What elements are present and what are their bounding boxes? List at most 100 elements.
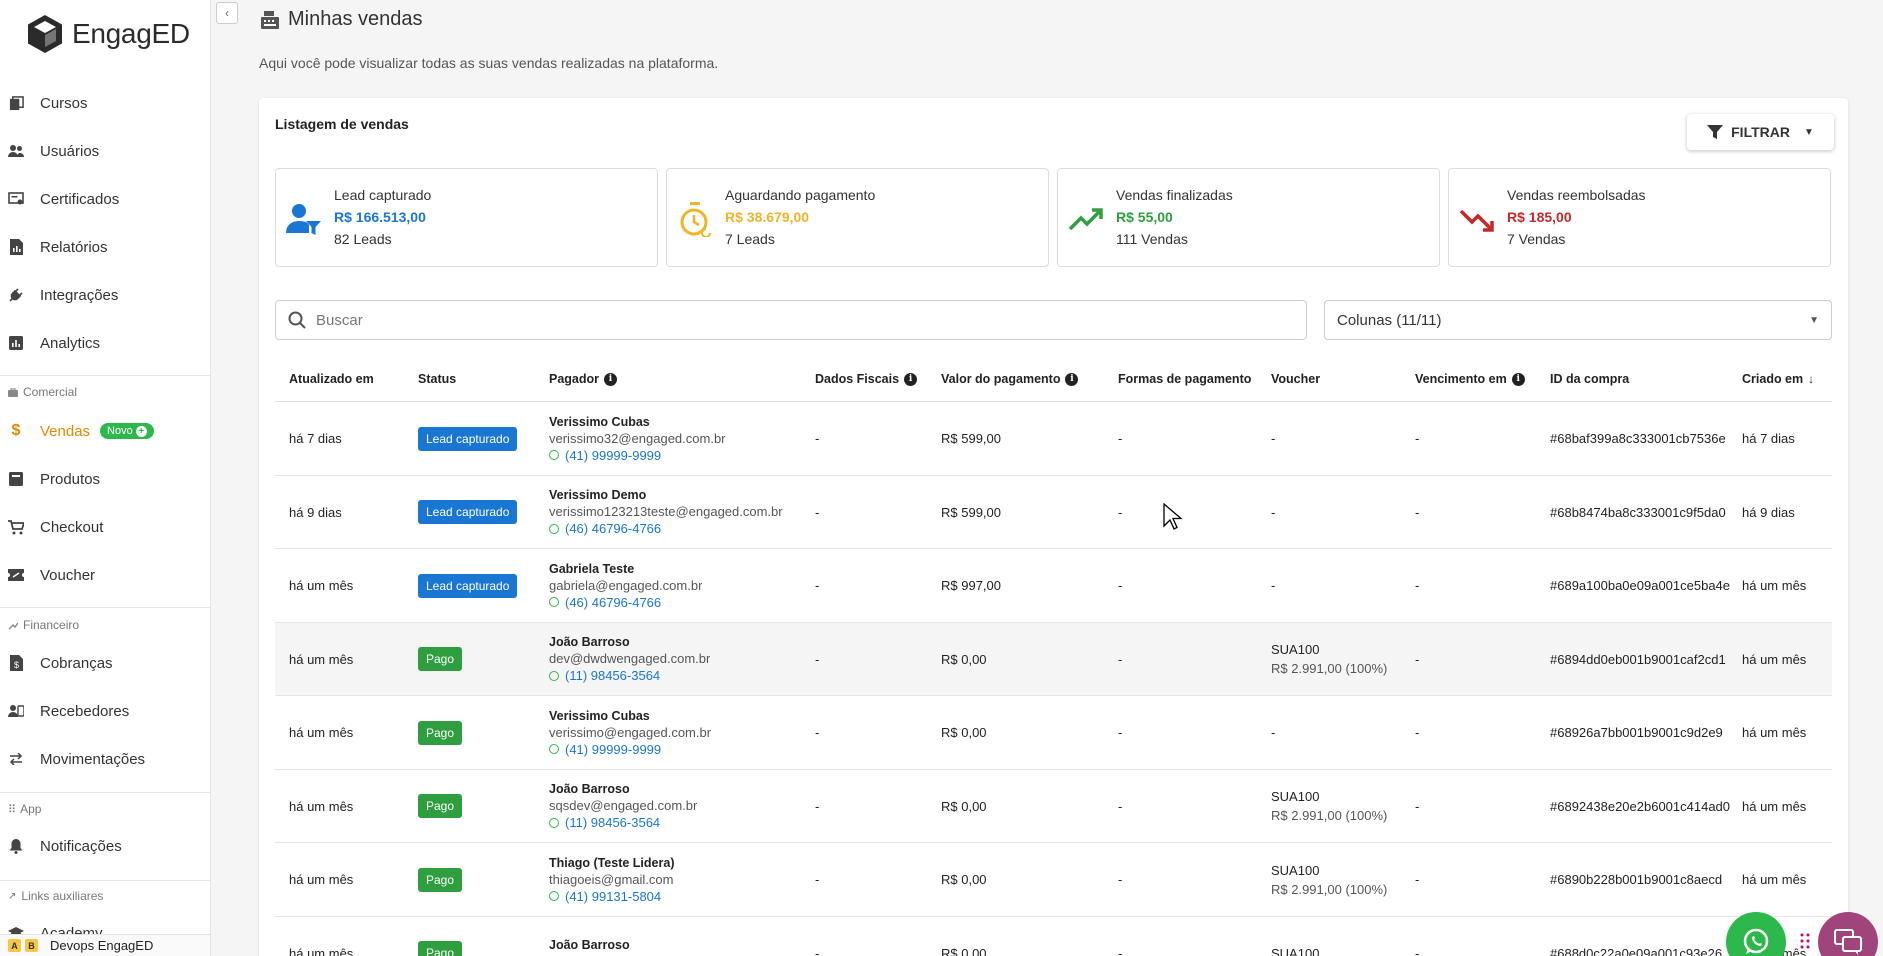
payer-name: Gabriela Teste xyxy=(549,561,635,576)
col-payment-value[interactable]: Valor do pagamento i xyxy=(941,356,1079,402)
info-icon[interactable]: i xyxy=(1511,372,1525,386)
payer-phone[interactable]: (46) 46796-4766 xyxy=(549,595,661,610)
sales-table: Atualizado em Status Pagador i Dados Fisc… xyxy=(275,356,1832,956)
cell-status: Pago xyxy=(418,843,463,916)
voucher-code: - xyxy=(1271,504,1276,520)
voucher-code: SUA100 xyxy=(1271,862,1320,878)
finance-icon xyxy=(8,622,18,630)
sidebar-item-certificados[interactable]: Certificados xyxy=(0,179,210,219)
page-subtitle: Aqui você pode visualizar todas as suas … xyxy=(259,55,719,71)
payer-name: João Barroso xyxy=(549,782,630,796)
info-icon[interactable]: i xyxy=(604,372,618,386)
voucher-discount: R$ 2.991,00 (100%) xyxy=(1271,661,1388,676)
collapse-sidebar-button[interactable]: ‹ xyxy=(216,2,238,24)
sidebar-item-integracoes[interactable]: Integrações xyxy=(0,275,210,315)
cell-payment-value: R$ 0,00 xyxy=(941,798,987,814)
table-row[interactable]: há um mês Pago Verissimo Cubas verissimo@… xyxy=(275,696,1832,770)
columns-select[interactable]: Colunas (11/11) ▼ xyxy=(1324,300,1832,340)
drag-handle-icon[interactable] xyxy=(1800,932,1812,952)
table-row[interactable]: há 9 dias Lead capturado Verissimo Demo v… xyxy=(275,476,1832,549)
whatsapp-icon xyxy=(549,450,559,460)
sales-card: Listagem de vendas FILTRAR ▼ Lead captur… xyxy=(259,98,1848,956)
sidebar-item-cobrancas[interactable]: $ Cobranças xyxy=(0,643,210,683)
table-row[interactable]: há um mês Pago João Barroso sqsdev@engage… xyxy=(275,770,1832,843)
search-input[interactable] xyxy=(316,311,1216,329)
col-status[interactable]: Status xyxy=(418,356,456,402)
col-purchase-id[interactable]: ID da compra xyxy=(1550,356,1629,402)
payer-name: Verissimo Cubas xyxy=(549,708,650,723)
plug-icon xyxy=(8,287,24,303)
app-logo[interactable]: EngagED xyxy=(24,12,190,56)
stat-sales-completed[interactable]: Vendas finalizadas R$ 55,00 111 Vendas xyxy=(1057,168,1440,267)
table-row[interactable]: há um mês Pago Thiago (Teste Lidera) thia… xyxy=(275,843,1832,917)
cell-fiscal-data: - xyxy=(815,725,820,740)
sidebar-item-vendas[interactable]: $ Vendas Novo + xyxy=(0,411,210,451)
col-fiscal-data[interactable]: Dados Fiscais i xyxy=(815,356,918,402)
sidebar-item-produtos[interactable]: Produtos xyxy=(0,459,210,499)
stat-lead-captured[interactable]: Lead capturado R$ 166.513,00 82 Leads xyxy=(275,168,658,267)
col-payment-forms[interactable]: Formas de pagamento xyxy=(1118,356,1251,402)
sidebar-item-label: Usuários xyxy=(40,142,100,160)
sidebar-item-label: Voucher xyxy=(40,566,96,584)
org-switcher[interactable]: A B Devops EngagED xyxy=(0,934,210,956)
filter-icon xyxy=(1707,125,1724,139)
sidebar-item-notificacoes[interactable]: Notificações xyxy=(0,826,210,866)
sidebar-item-usuarios[interactable]: Usuários xyxy=(0,131,210,171)
sidebar-item-movimentacoes[interactable]: Movimentações xyxy=(0,739,210,779)
cell-purchase-id: #68b8474ba8c333001c9f5da0 xyxy=(1550,504,1726,520)
col-payer[interactable]: Pagador i xyxy=(549,356,618,402)
voucher-discount: R$ 2.991,00 (100%) xyxy=(1271,881,1388,897)
table-row[interactable]: há um mês Pago João Barroso dev@dwdwengag… xyxy=(275,622,1832,696)
cell-status: Lead capturado xyxy=(418,549,518,622)
cell-voucher: SUA100 R$ 2.991,00 (100%) xyxy=(1271,843,1387,916)
sidebar-item-analytics[interactable]: Analytics xyxy=(0,323,210,363)
status-badge: Lead capturado xyxy=(418,573,518,598)
info-icon[interactable]: i xyxy=(904,372,918,386)
payer-phone[interactable]: (41) 99999-9999 xyxy=(549,448,661,463)
status-badge: Lead capturado xyxy=(418,500,518,524)
payer-phone[interactable]: (41) 99131-5804 xyxy=(549,889,661,904)
col-voucher[interactable]: Voucher xyxy=(1271,356,1320,402)
cart-icon xyxy=(8,519,24,535)
sidebar-item-voucher[interactable]: Voucher xyxy=(0,555,210,595)
payer-email: dev@dwdwengaged.com.br xyxy=(549,651,711,666)
voucher-icon xyxy=(8,567,24,583)
payer-name: Verissimo Demo xyxy=(549,488,647,502)
col-due-date[interactable]: Vencimento em i xyxy=(1415,356,1525,402)
filter-button[interactable]: FILTRAR ▼ xyxy=(1687,114,1834,150)
product-icon xyxy=(8,471,24,487)
sidebar-item-checkout[interactable]: Checkout xyxy=(0,507,210,547)
table-row[interactable]: há um mês Lead capturado Gabriela Teste g… xyxy=(275,549,1832,623)
table-header: Atualizado em Status Pagador i Dados Fisc… xyxy=(275,356,1832,402)
cell-fiscal-data: - xyxy=(815,872,820,887)
stat-sales-refunded[interactable]: Vendas reembolsadas R$ 185,00 7 Vendas xyxy=(1448,168,1831,267)
col-created-at[interactable]: Criado em ↓ xyxy=(1742,356,1814,402)
payer-phone[interactable]: (46) 46796-4766 xyxy=(549,521,661,536)
sidebar-item-cursos[interactable]: Cursos xyxy=(0,83,210,123)
cell-payment-forms: - xyxy=(1118,578,1123,593)
cell-due-date: - xyxy=(1415,798,1420,814)
table-row[interactable]: há um mês Pago João Barroso marcf3f3ello@… xyxy=(275,917,1832,956)
sidebar-item-relatorios[interactable]: Relatórios xyxy=(0,227,210,267)
cell-fiscal-data: - xyxy=(815,945,820,956)
new-badge: Novo + xyxy=(100,423,154,439)
cell-purchase-id: #6894dd0eb001b9001caf2cd1 xyxy=(1550,651,1726,667)
cell-created-at: há um mês xyxy=(1742,651,1807,667)
sidebar-item-label: Movimentações xyxy=(40,750,146,768)
cell-purchase-id: #688d0c22a0e09a001c93e26 xyxy=(1550,945,1723,956)
report-icon xyxy=(8,239,24,255)
table-row[interactable]: há 7 dias Lead capturado Verissimo Cubas … xyxy=(275,402,1832,476)
card-title: Listagem de vendas xyxy=(275,116,409,132)
payer-phone[interactable]: (11) 98456-3564 xyxy=(549,815,660,830)
payer-email: verissimo123213teste@engaged.com.br xyxy=(549,504,783,519)
voucher-code: SUA100 xyxy=(1271,642,1320,657)
stat-awaiting-payment[interactable]: Aguardando pagamento R$ 38.679,00 7 Lead… xyxy=(666,168,1049,267)
sidebar-item-recebedores[interactable]: Recebedores xyxy=(0,691,210,731)
payer-phone[interactable]: (41) 99999-9999 xyxy=(549,742,661,757)
person-filter-icon xyxy=(286,204,321,235)
info-icon[interactable]: i xyxy=(1065,372,1079,386)
payer-phone[interactable]: (11) 98456-3564 xyxy=(549,668,660,683)
col-updated-at[interactable]: Atualizado em xyxy=(289,356,374,402)
external-link-icon: ↗ xyxy=(8,890,17,902)
search-box[interactable] xyxy=(275,300,1307,340)
